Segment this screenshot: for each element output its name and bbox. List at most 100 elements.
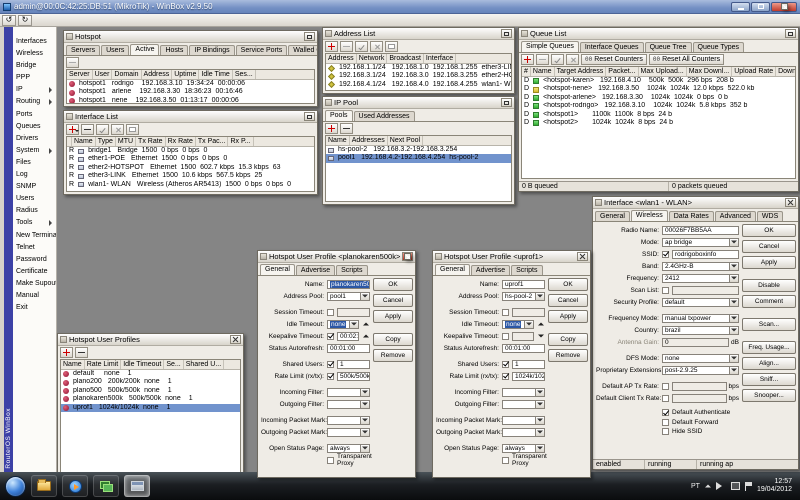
table-row[interactable]: D <hotspot-nene> 192.168.3.50 1024k1024k… — [522, 85, 795, 93]
open-status-page-field[interactable]: always — [502, 444, 536, 453]
rate-limit-field[interactable]: 1024k/1024k — [512, 372, 545, 381]
tab-general[interactable]: General — [435, 264, 470, 275]
shared-users-field[interactable]: 1 — [337, 360, 370, 369]
tab-interface-queues[interactable]: Interface Queues — [580, 42, 644, 52]
table-row[interactable]: R ether1-POE Ethernet1500 0 bps0 bps0 — [67, 155, 314, 163]
table-row[interactable]: R ether2-HOTSPOT Ethernet1500 602.7 kbps… — [67, 164, 314, 172]
sniff-button[interactable]: Sniff... — [742, 373, 796, 386]
align-button[interactable]: Align... — [742, 357, 796, 370]
disable-button[interactable] — [370, 41, 383, 52]
table-header[interactable]: NameAddressesNext Pool — [326, 136, 511, 146]
incoming-packet-mark-field[interactable] — [327, 416, 361, 425]
apply-button[interactable]: Apply — [742, 256, 796, 269]
maximize-button[interactable] — [501, 29, 512, 38]
taskbar-winbox-button[interactable] — [124, 475, 150, 497]
keepalive-field[interactable]: 00:02:00 — [337, 332, 359, 341]
cancel-button[interactable]: Cancel — [373, 294, 413, 307]
dropdown-arrow-icon[interactable] — [525, 320, 534, 329]
status-autorefresh-field[interactable]: 00:01:00 — [327, 344, 370, 353]
table-row[interactable]: R ether3-LINK Ethernet1500 10.6 kbps567.… — [67, 172, 314, 180]
profiles-titlebar[interactable]: Hotspot User Profiles — [58, 334, 243, 346]
queue-list-titlebar[interactable]: Queue List — [519, 28, 798, 40]
proprietary-extensions-field[interactable]: post-2.9.25 — [662, 366, 730, 375]
main-titlebar[interactable]: admin@00:0C:42:25:DB:51 (MikroTik) - Win… — [0, 0, 800, 14]
dropdown-arrow-icon[interactable] — [536, 400, 545, 409]
table-row[interactable]: plano500 500k/500knone 1 — [61, 387, 240, 395]
tab-servers[interactable]: Servers — [66, 45, 100, 55]
table-header[interactable]: NameType MTUTx Rate Rx RateTx Pac...Rx P… — [67, 137, 314, 147]
sidebar-item-users[interactable]: Users — [13, 193, 56, 205]
frequency-field[interactable]: 2412 — [662, 274, 730, 283]
tab-pools[interactable]: Pools — [325, 110, 353, 121]
dropdown-arrow-icon[interactable] — [730, 366, 739, 375]
dialog-titlebar[interactable]: Hotspot User Profile <uprof1> — [433, 251, 590, 263]
close-button[interactable] — [230, 335, 241, 344]
maximize-button[interactable] — [304, 32, 315, 41]
reset-all-counters-button[interactable]: 00 Reset All Counters — [649, 54, 724, 65]
add-button[interactable] — [325, 41, 338, 52]
table-header[interactable]: NameRate Limit Idle TimeoutSe... Shared … — [61, 360, 240, 370]
table-header[interactable]: #Name Target AddressPacket... Max Upload… — [522, 67, 795, 77]
table-row[interactable]: D <hotspot1> 1100k1100k 8 bps24 b — [522, 111, 795, 119]
dropdown-arrow-icon[interactable] — [730, 326, 739, 335]
dropdown-arrow-icon[interactable] — [350, 320, 359, 329]
tab-data-rates[interactable]: Data Rates — [669, 211, 714, 221]
table-row[interactable]: hotspot1 nene 192.168.3.5001:13:17 00:00… — [67, 97, 314, 104]
table-row[interactable]: 192.168.1.1/24 192.168.1.0192.168.1.255e… — [326, 64, 511, 72]
disable-button[interactable] — [566, 54, 579, 65]
copy-button[interactable]: Copy — [373, 333, 413, 346]
table-row[interactable]: hotspot1 rodrigo 192.168.3.1019:34:24 00… — [67, 80, 314, 88]
sidebar-item-tools[interactable]: Tools — [13, 217, 56, 229]
close-button[interactable] — [402, 252, 413, 261]
tab-walled-garden[interactable]: Walled Garden — [288, 45, 318, 55]
enable-button[interactable] — [551, 54, 564, 65]
incoming-filter-field[interactable] — [327, 388, 361, 397]
tab-wireless[interactable]: Wireless — [631, 210, 668, 221]
country-field[interactable]: brazil — [662, 326, 730, 335]
table-row[interactable]: hs-pool-2 192.168.3.2-192.168.3.254 — [326, 146, 511, 154]
address-list-titlebar[interactable]: Address List — [323, 28, 514, 40]
outgoing-filter-field[interactable] — [327, 400, 361, 409]
tab-used-addresses[interactable]: Used Addresses — [354, 111, 415, 121]
tab-hosts[interactable]: Hosts — [160, 45, 188, 55]
sidebar-item-routing[interactable]: Routing — [13, 96, 56, 108]
remove-button[interactable] — [340, 123, 353, 134]
table-row[interactable]: default none 1 — [61, 370, 240, 378]
sidebar-item-system[interactable]: System — [13, 145, 56, 157]
default-client-tx-rate-checkbox[interactable] — [662, 395, 669, 402]
table-row[interactable]: plano200 200k/200knone 1 — [61, 378, 240, 386]
name-field[interactable]: uprof1 — [502, 280, 545, 289]
dropdown-arrow-icon[interactable] — [730, 314, 739, 323]
clock[interactable]: 12:57 19/04/2012 — [757, 478, 795, 495]
shared-users-checkbox[interactable] — [502, 361, 509, 368]
sidebar-item-log[interactable]: Log — [13, 169, 56, 181]
add-button[interactable] — [60, 347, 73, 358]
hide-ssid-checkbox[interactable] — [662, 428, 669, 435]
wlan-titlebar[interactable]: Interface <wlan1 - WLAN> — [593, 197, 798, 209]
table-header[interactable]: ServerUser DomainAddress UptimeIdle Time… — [67, 70, 314, 80]
tray-expand-icon[interactable] — [705, 482, 711, 488]
action-center-icon[interactable] — [745, 482, 752, 491]
sidebar-item-wireless[interactable]: Wireless — [13, 48, 56, 60]
ip-pool-titlebar[interactable]: IP Pool — [323, 97, 514, 109]
default-forward-checkbox[interactable] — [662, 419, 669, 426]
transparent-proxy-checkbox[interactable] — [327, 457, 334, 464]
outgoing-filter-field[interactable] — [502, 400, 536, 409]
tab-service-ports[interactable]: Service Ports — [236, 45, 288, 55]
spin-up-icon[interactable] — [361, 332, 370, 341]
table-row[interactable]: R bridge1 Bridge1500 0 bps0 bps0 — [67, 147, 314, 155]
disable-button[interactable] — [111, 124, 124, 135]
spin-up-icon[interactable] — [536, 320, 545, 329]
sidebar-item-make-supout[interactable]: Make Supout.rif — [13, 278, 56, 290]
sidebar-item-ports[interactable]: Ports — [13, 109, 56, 121]
dropdown-arrow-icon[interactable] — [536, 388, 545, 397]
tab-wds[interactable]: WDS — [757, 211, 783, 221]
dropdown-arrow-icon[interactable] — [361, 428, 370, 437]
dropdown-arrow-icon[interactable] — [536, 444, 545, 453]
scan-list-checkbox[interactable] — [662, 287, 669, 294]
apply-button[interactable]: Apply — [548, 310, 588, 323]
network-status-icon[interactable] — [731, 482, 740, 490]
sidebar-item-manual[interactable]: Manual — [13, 290, 56, 302]
scan-button[interactable]: Scan... — [742, 318, 796, 331]
remove-button[interactable]: Remove — [373, 349, 413, 362]
